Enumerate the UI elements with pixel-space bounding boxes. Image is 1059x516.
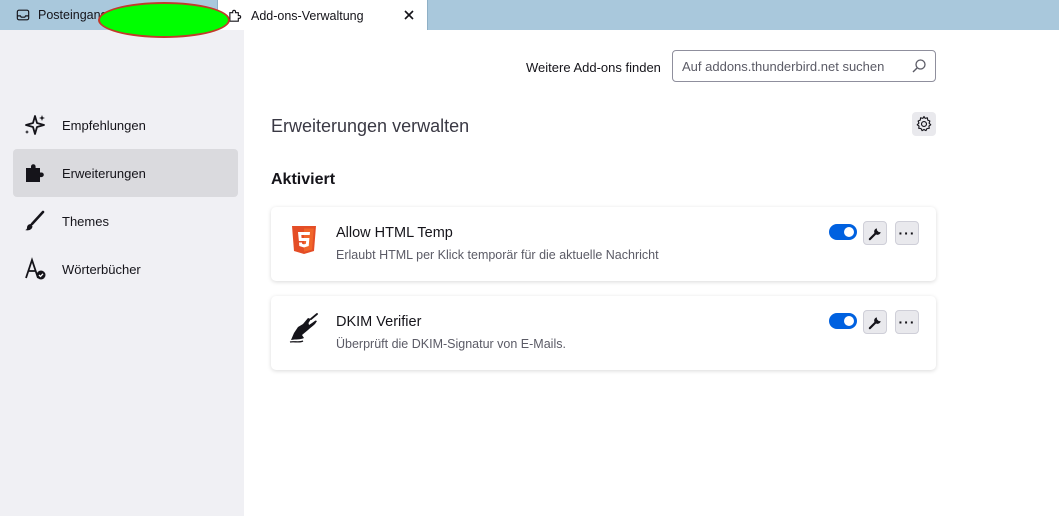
addon-enable-toggle[interactable]: [829, 313, 857, 329]
puzzle-icon: [229, 9, 242, 22]
addon-card[interactable]: DKIM Verifier Überprüft die DKIM-Signatu…: [271, 296, 936, 370]
addon-enable-toggle[interactable]: [829, 224, 857, 240]
sidebar-item-extensions[interactable]: Erweiterungen: [13, 149, 238, 197]
addon-more-options-button[interactable]: ···: [895, 221, 919, 245]
find-more-addons-label: Weitere Add-ons finden: [526, 60, 661, 75]
more-icon: ···: [898, 225, 916, 241]
tab-addons-manager[interactable]: Add-ons-Verwaltung: [217, 0, 428, 31]
sidebar-item-label: Wörterbücher: [62, 261, 141, 277]
tools-gear-button[interactable]: [912, 112, 936, 136]
addon-more-options-button[interactable]: ···: [895, 310, 919, 334]
puzzle-icon: [23, 161, 47, 185]
sidebar-item-label: Themes: [62, 213, 109, 229]
sidebar-item-label: Erweiterungen: [62, 165, 146, 181]
html5-icon: [292, 226, 316, 254]
tab-strip: Posteingang Add-ons-Verwaltung: [0, 0, 1059, 38]
dictionary-icon: [23, 257, 47, 281]
gear-icon: [916, 115, 932, 132]
search-icon: [912, 59, 926, 73]
more-icon: ···: [898, 314, 916, 330]
toggle-knob: [844, 227, 854, 237]
sidebar: Empfehlungen Erweiterungen Themes Wörter…: [6, 30, 244, 516]
sidebar-item-dictionaries[interactable]: Wörterbücher: [13, 245, 238, 293]
addon-description: Erlaubt HTML per Klick temporär für die …: [336, 248, 659, 262]
signature-hand-icon: [289, 313, 318, 343]
redaction-mark: [98, 2, 230, 38]
addon-preferences-button[interactable]: [863, 221, 887, 245]
addon-name: Allow HTML Temp: [336, 225, 453, 241]
addon-description: Überprüft die DKIM-Signatur von E-Mails.: [336, 337, 566, 351]
close-icon[interactable]: [401, 7, 417, 23]
enabled-section-heading: Aktiviert: [271, 171, 336, 188]
inbox-icon: [16, 9, 30, 21]
brush-icon: [23, 209, 47, 233]
page-title: Erweiterungen verwalten: [271, 116, 470, 136]
tab-label: Add-ons-Verwaltung: [251, 8, 364, 23]
sidebar-item-recommendations[interactable]: Empfehlungen: [13, 101, 238, 149]
sparkle-icon: [23, 113, 47, 137]
sidebar-item-label: Empfehlungen: [62, 117, 146, 133]
addon-search-input[interactable]: Auf addons.thunderbird.net suchen: [672, 50, 936, 82]
toggle-knob: [844, 316, 854, 326]
addon-card[interactable]: Allow HTML Temp Erlaubt HTML per Klick t…: [271, 207, 936, 281]
addon-name: DKIM Verifier: [336, 314, 422, 330]
sidebar-item-themes[interactable]: Themes: [13, 197, 238, 245]
wrench-icon: [868, 227, 881, 240]
search-placeholder: Auf addons.thunderbird.net suchen: [682, 58, 885, 74]
wrench-icon: [868, 316, 881, 329]
main-content: Weitere Add-ons finden Auf addons.thunde…: [244, 30, 1059, 516]
addon-preferences-button[interactable]: [863, 310, 887, 334]
